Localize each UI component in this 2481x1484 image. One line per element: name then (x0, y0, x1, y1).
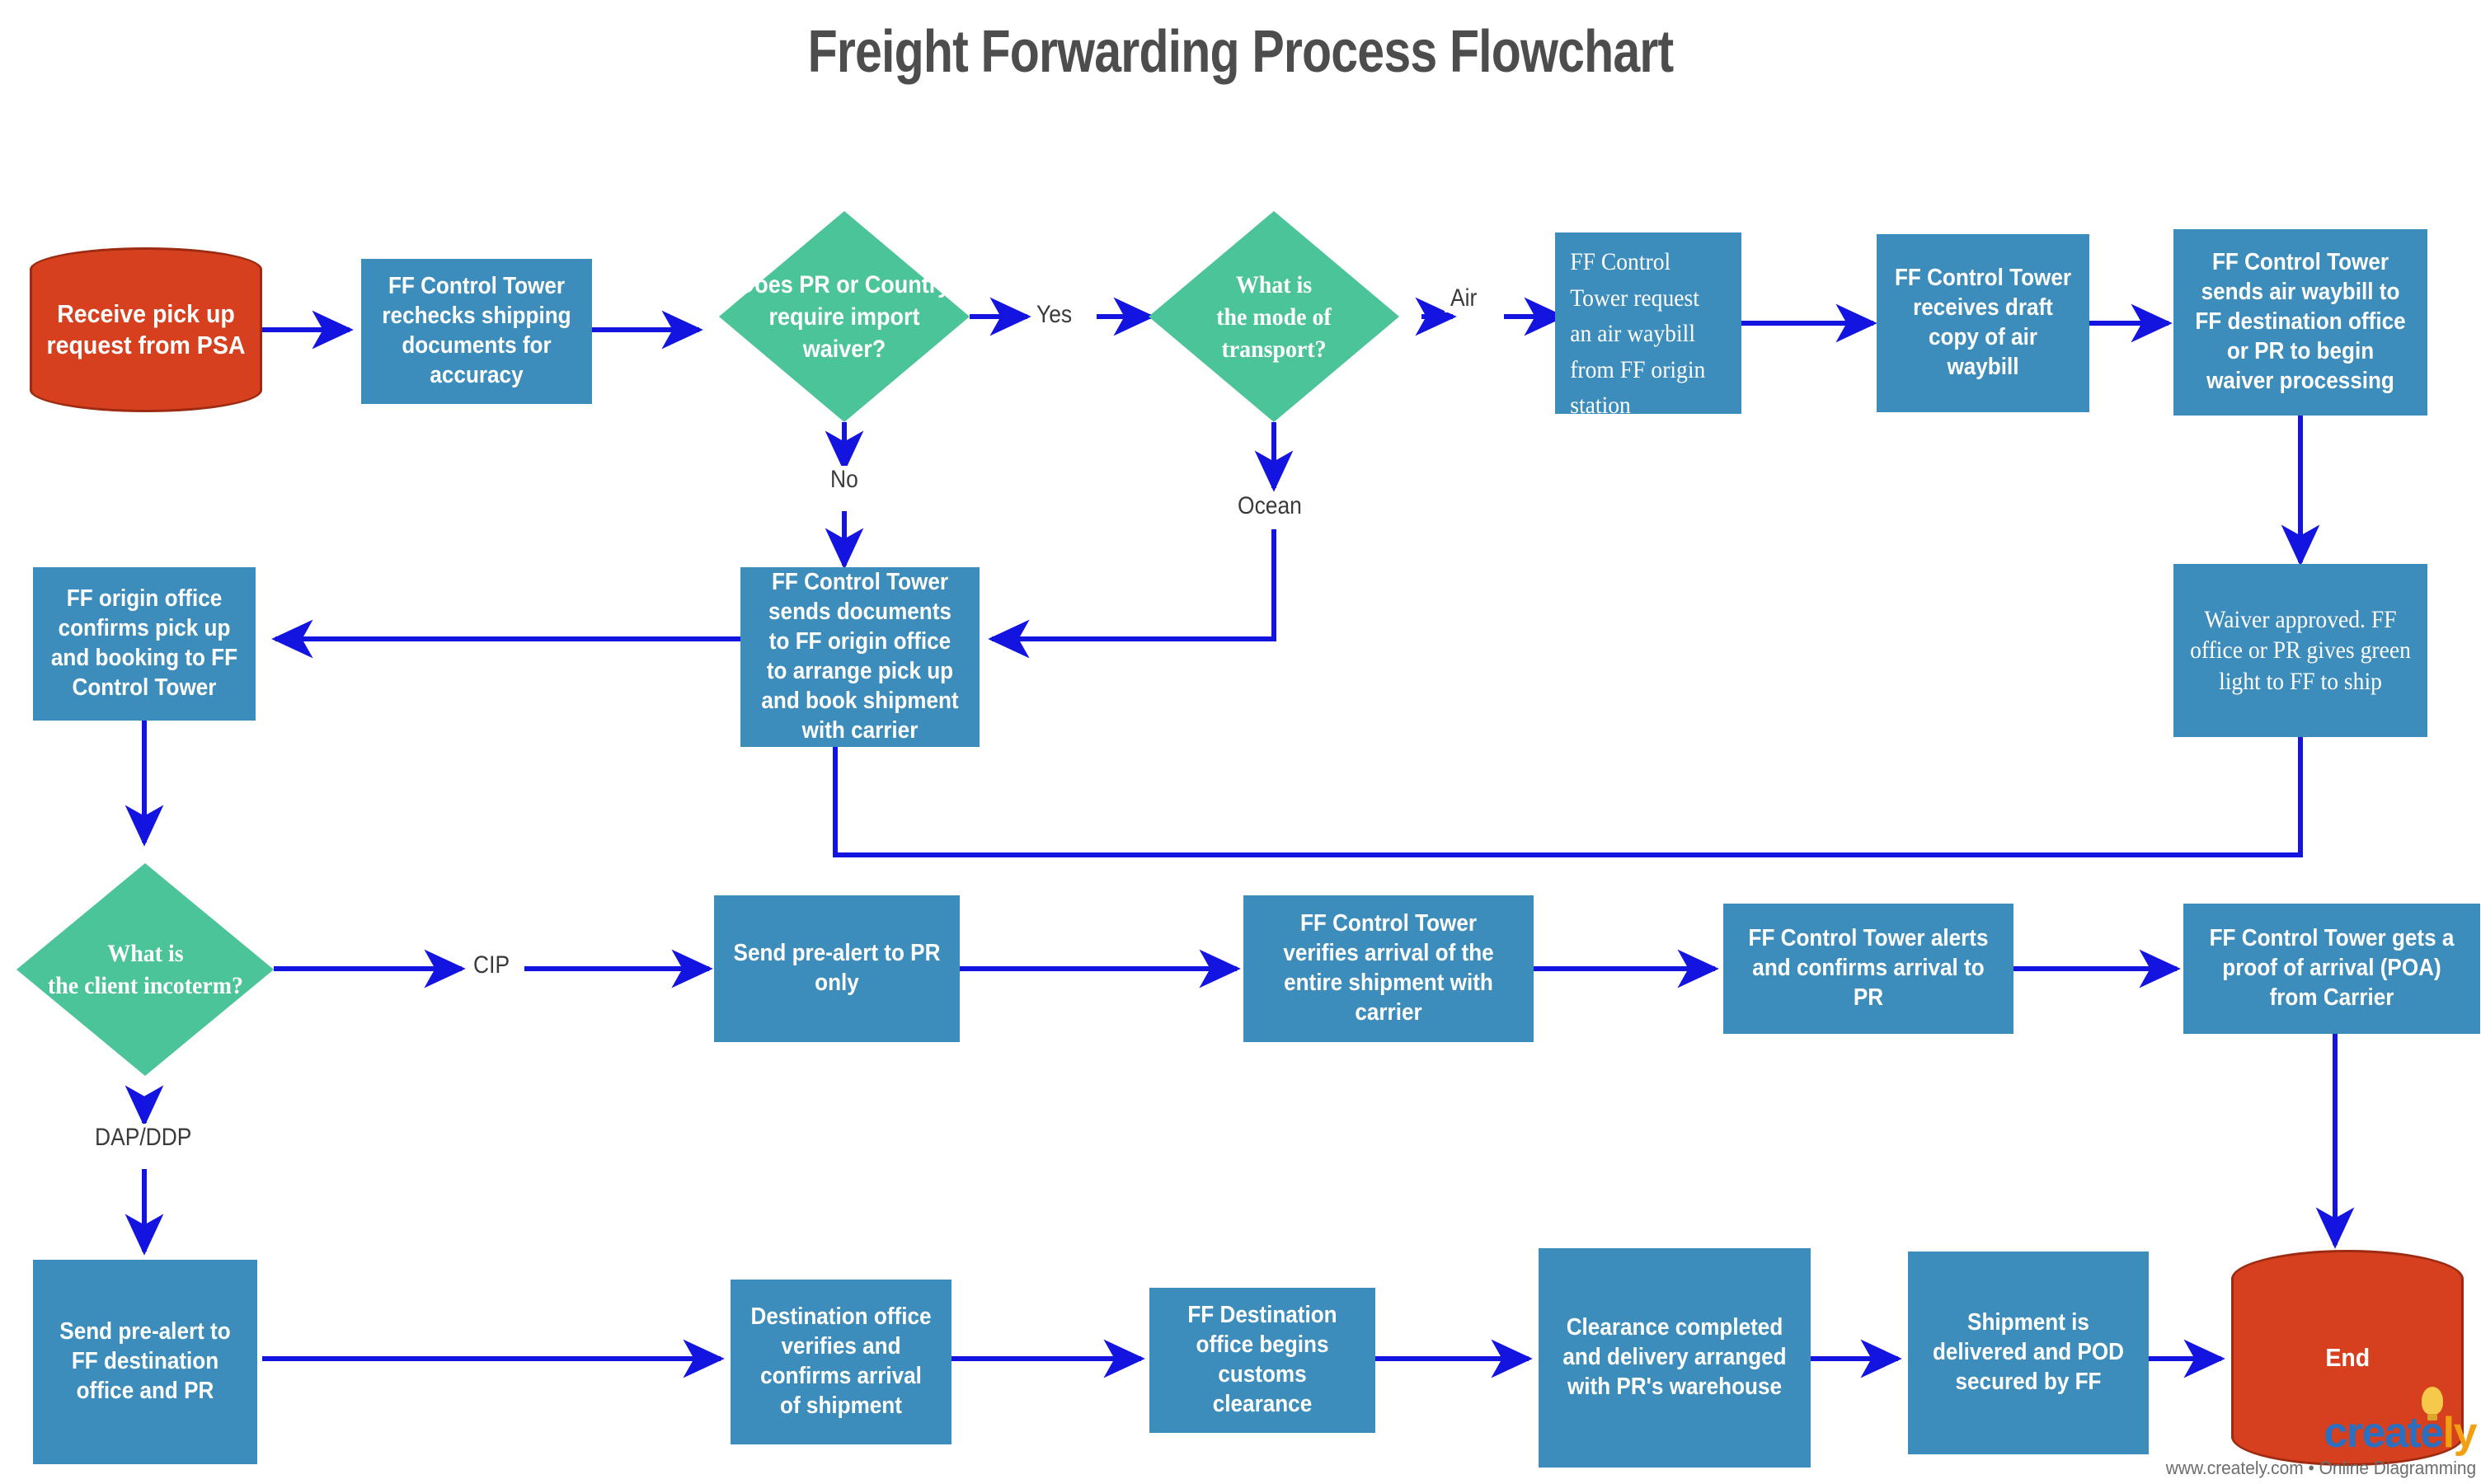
node-verify-arrival-label: FF Control Tower verifies arrival of the… (1283, 910, 1494, 1026)
lightbulb-icon (2422, 1387, 2443, 1421)
edge-label-ocean: Ocean (1232, 492, 1308, 520)
node-mode-decision-label: What is the mode of transport? (1216, 270, 1332, 363)
node-incoterm-decision[interactable]: What is the client incoterm? (16, 863, 274, 1076)
edge-label-air: Air (1445, 284, 1483, 312)
node-customs-clearance-label: FF Destination office begins customs cle… (1187, 1302, 1337, 1417)
node-recheck-documents-label: FF Control Tower rechecks shipping docum… (382, 273, 571, 388)
flowchart-canvas: Freight Forwarding Process Flowchart Rec… (0, 0, 2481, 1484)
node-prealert-destination[interactable]: Send pre-alert to FF destination office … (33, 1260, 257, 1464)
node-waiver-approved-label: Waiver approved. FF office or PR gives g… (2190, 606, 2411, 695)
creately-tagline: www.creately.com • Online Diagramming (2165, 1458, 2476, 1478)
node-start[interactable]: Receive pick up request from PSA (30, 247, 262, 412)
node-receive-draft-airwaybill-label: FF Control Tower receives draft copy of … (1894, 265, 2072, 380)
edge-label-cip: CIP (468, 951, 516, 979)
node-waiver-decision[interactable]: Does PR or Country require import waiver… (719, 211, 970, 422)
node-poa-carrier-label: FF Control Tower gets a proof of arrival… (2209, 925, 2455, 1011)
node-mode-decision[interactable]: What is the mode of transport? (1149, 211, 1399, 422)
node-request-airwaybill-label: FF Control Tower request an air waybill … (1570, 248, 1706, 419)
node-waiver-approved[interactable]: Waiver approved. FF office or PR gives g… (2173, 564, 2427, 737)
node-alerts-pr-label: FF Control Tower alerts and confirms arr… (1748, 925, 1989, 1011)
node-send-documents-label: FF Control Tower sends documents to FF o… (761, 569, 959, 744)
creately-logo-part1: create (2324, 1409, 2444, 1457)
edge-label-yes: Yes (1031, 301, 1078, 329)
node-destination-verifies[interactable]: Destination office verifies and confirms… (731, 1280, 952, 1444)
edge-approved-to-docs (833, 737, 2303, 857)
creately-logo: creately (2150, 1387, 2478, 1457)
node-clearance-completed-label: Clearance completed and delivery arrange… (1562, 1314, 1787, 1400)
node-clearance-completed[interactable]: Clearance completed and delivery arrange… (1539, 1248, 1811, 1468)
node-prealert-pr[interactable]: Send pre-alert to PR only (714, 895, 960, 1042)
node-alerts-pr[interactable]: FF Control Tower alerts and confirms arr… (1723, 904, 2013, 1034)
edge-label-no: No (825, 466, 864, 494)
node-prealert-destination-label: Send pre-alert to FF destination office … (59, 1318, 231, 1404)
node-send-airwaybill[interactable]: FF Control Tower sends air waybill to FF… (2173, 229, 2427, 416)
node-destination-verifies-label: Destination office verifies and confirms… (750, 1303, 932, 1419)
node-receive-draft-airwaybill[interactable]: FF Control Tower receives draft copy of … (1877, 234, 2089, 412)
node-start-label: Receive pick up request from PSA (46, 298, 246, 359)
creately-logo-part2: ly (2442, 1409, 2478, 1457)
node-origin-office-confirms-label: FF origin office confirms pick up and bo… (50, 585, 238, 701)
node-delivered-pod[interactable]: Shipment is delivered and POD secured by… (1908, 1252, 2149, 1454)
node-send-airwaybill-label: FF Control Tower sends air waybill to FF… (2195, 249, 2406, 394)
node-customs-clearance[interactable]: FF Destination office begins customs cle… (1149, 1288, 1375, 1433)
node-send-documents[interactable]: FF Control Tower sends documents to FF o… (740, 567, 980, 747)
node-prealert-pr-label: Send pre-alert to PR only (733, 940, 941, 996)
edge-mode-ocean-b (988, 529, 1276, 659)
node-waiver-decision-label: Does PR or Country require import waiver… (738, 270, 951, 363)
node-recheck-documents[interactable]: FF Control Tower rechecks shipping docum… (361, 259, 592, 404)
node-origin-office-confirms[interactable]: FF origin office confirms pick up and bo… (33, 567, 256, 721)
creately-watermark: creately www.creately.com • Online Diagr… (2150, 1387, 2478, 1479)
node-incoterm-decision-label: What is the client incoterm? (47, 940, 243, 999)
node-request-airwaybill[interactable]: FF Control Tower request an air waybill … (1555, 232, 1741, 419)
node-delivered-pod-label: Shipment is delivered and POD secured by… (1932, 1309, 2125, 1395)
node-poa-carrier[interactable]: FF Control Tower gets a proof of arrival… (2183, 904, 2480, 1034)
node-end-label: End (2325, 1342, 2370, 1372)
node-verify-arrival[interactable]: FF Control Tower verifies arrival of the… (1243, 895, 1534, 1042)
edge-label-dap-ddp: DAP/DDP (89, 1124, 198, 1152)
